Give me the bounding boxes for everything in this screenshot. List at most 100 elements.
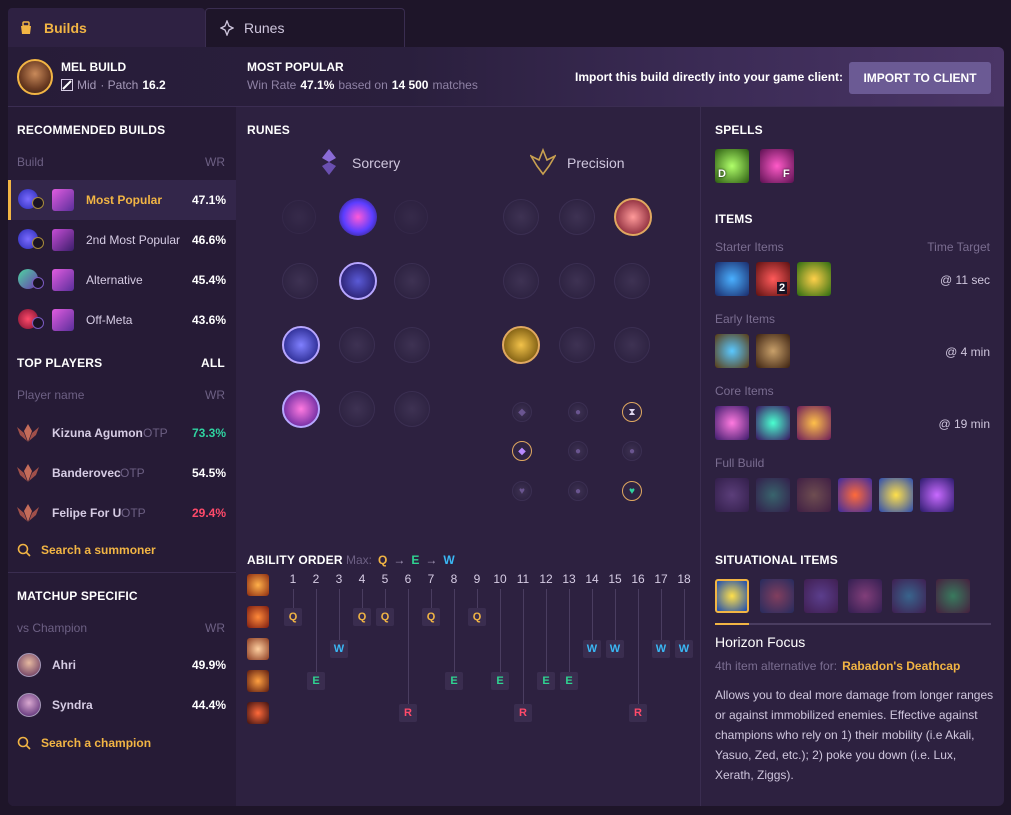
build-wr: 43.6% (191, 313, 226, 327)
void-staff-icon[interactable] (920, 478, 954, 512)
situational-item-icon[interactable] (848, 579, 882, 613)
shard-option[interactable]: ◆ (512, 402, 532, 422)
spell-key-d: D (718, 168, 726, 180)
item-icon (52, 309, 74, 331)
tab-builds[interactable]: Builds (8, 8, 205, 47)
rune-option[interactable] (282, 263, 318, 299)
full-build-item-icon[interactable] (879, 478, 913, 512)
player-row[interactable]: Felipe For U OTP 29.4% (8, 493, 236, 533)
level-line (592, 589, 593, 640)
search-summoner-link[interactable]: Search a summoner (17, 543, 156, 557)
build-row-alternative[interactable]: Alternative 45.4% (8, 260, 236, 300)
rune-option[interactable] (503, 263, 539, 299)
winrate-summary: Win Rate 47.1% based on 14 500 matches (247, 78, 478, 92)
level-number: 6 (404, 572, 412, 586)
full-build-item-icon[interactable] (756, 478, 790, 512)
build-wr: 45.4% (191, 273, 226, 287)
early-item-icon[interactable] (715, 334, 749, 368)
shard-selected[interactable]: ◆ (512, 441, 532, 461)
champion-name: Syndra (52, 698, 93, 712)
most-popular-title: MOST POPULAR (247, 60, 344, 74)
build-row-off-meta[interactable]: Off-Meta 43.6% (8, 300, 236, 340)
shard-option[interactable]: ● (568, 402, 588, 422)
shard-option[interactable]: ● (622, 441, 642, 461)
rune-option[interactable] (282, 200, 316, 234)
situational-item-icon[interactable] (892, 579, 926, 613)
player-row[interactable]: Banderovec OTP 54.5% (8, 453, 236, 493)
time-target-label: Time Target (927, 240, 990, 254)
core-item-icon[interactable] (797, 406, 831, 440)
max-first: Q (378, 553, 388, 567)
champion-build-title: MEL BUILD (61, 60, 127, 74)
rune-option[interactable] (614, 327, 650, 363)
rune-selected-keystone[interactable] (339, 198, 377, 236)
situational-alt: 4th item alternative for: Rabadon's Deat… (715, 659, 960, 673)
rune-option[interactable] (559, 199, 595, 235)
skill-point-w: W (652, 640, 670, 658)
import-to-client-button[interactable]: IMPORT TO CLIENT (849, 62, 991, 94)
full-build-item-icon[interactable] (797, 478, 831, 512)
starter-items-label: Starter Items (715, 240, 784, 254)
level-line (615, 589, 616, 640)
situational-item-icon[interactable] (804, 579, 838, 613)
rune-selected[interactable] (339, 262, 377, 300)
matchup-row[interactable]: Ahri 49.9% (8, 645, 236, 685)
precision-tree-icon (530, 148, 556, 176)
rune-option[interactable] (559, 327, 595, 363)
level-number: 17 (654, 572, 668, 586)
rune-option[interactable] (559, 263, 595, 299)
core-item-icon[interactable] (756, 406, 790, 440)
skill-point-q: Q (353, 608, 371, 626)
level-number: 8 (450, 572, 458, 586)
top-players-all-link[interactable]: ALL (201, 356, 225, 370)
rune-option[interactable] (614, 263, 650, 299)
rabadons-deathcap-icon[interactable] (838, 478, 872, 512)
matches-value: 14 500 (391, 78, 429, 92)
full-build-item-icon[interactable] (715, 478, 749, 512)
shard-option[interactable]: ● (568, 481, 588, 501)
horizon-focus-icon[interactable] (715, 579, 749, 613)
search-champion-link[interactable]: Search a champion (17, 736, 151, 750)
rune-option[interactable] (339, 391, 375, 427)
player-row[interactable]: Kizuna Agumon OTP 73.3% (8, 413, 236, 453)
situational-item-icon[interactable] (760, 579, 794, 613)
level-line (454, 589, 455, 672)
rune-selected[interactable] (282, 326, 320, 364)
rune-option[interactable] (339, 327, 375, 363)
rank-emblem-icon (17, 464, 39, 482)
rune-option[interactable] (394, 263, 430, 299)
rune-option[interactable] (503, 199, 539, 235)
level-line (523, 589, 524, 704)
shard-selected[interactable]: ♥ (622, 481, 642, 501)
shard-option[interactable]: ♥ (512, 481, 532, 501)
level-number: 13 (562, 572, 576, 586)
shard-selected[interactable]: ⧗ (622, 402, 642, 422)
role-label: Mid (77, 78, 97, 92)
rune-selected[interactable] (282, 390, 320, 428)
matchup-row[interactable]: Syndra 44.4% (8, 685, 236, 725)
rune-option[interactable] (394, 391, 430, 427)
rune-selected[interactable] (502, 326, 540, 364)
build-row-2nd-most-popular[interactable]: 2nd Most Popular 46.6% (8, 220, 236, 260)
rune-option[interactable] (394, 200, 428, 234)
rune-selected[interactable] (614, 198, 652, 236)
starter-item-icon[interactable] (715, 262, 749, 296)
rank-emblem-icon (17, 504, 39, 522)
ward-trinket-icon[interactable] (797, 262, 831, 296)
build-row-most-popular[interactable]: Most Popular 47.1% (8, 180, 236, 220)
situational-item-icon[interactable] (936, 579, 970, 613)
boots-icon[interactable] (756, 334, 790, 368)
level-line (362, 589, 363, 608)
rune-option[interactable] (394, 327, 430, 363)
level-number: 1 (289, 572, 297, 586)
primary-tree-name: Sorcery (352, 155, 401, 171)
core-item-icon[interactable] (715, 406, 749, 440)
champion-avatar (17, 59, 53, 95)
tab-runes[interactable]: Runes (205, 8, 405, 47)
skill-point-r: R (629, 704, 647, 722)
top-players-title: TOP PLAYERS (17, 356, 103, 370)
level-number: 12 (539, 572, 553, 586)
champion-avatar (17, 653, 41, 677)
shard-option[interactable]: ● (568, 441, 588, 461)
arrow: → (425, 553, 438, 567)
